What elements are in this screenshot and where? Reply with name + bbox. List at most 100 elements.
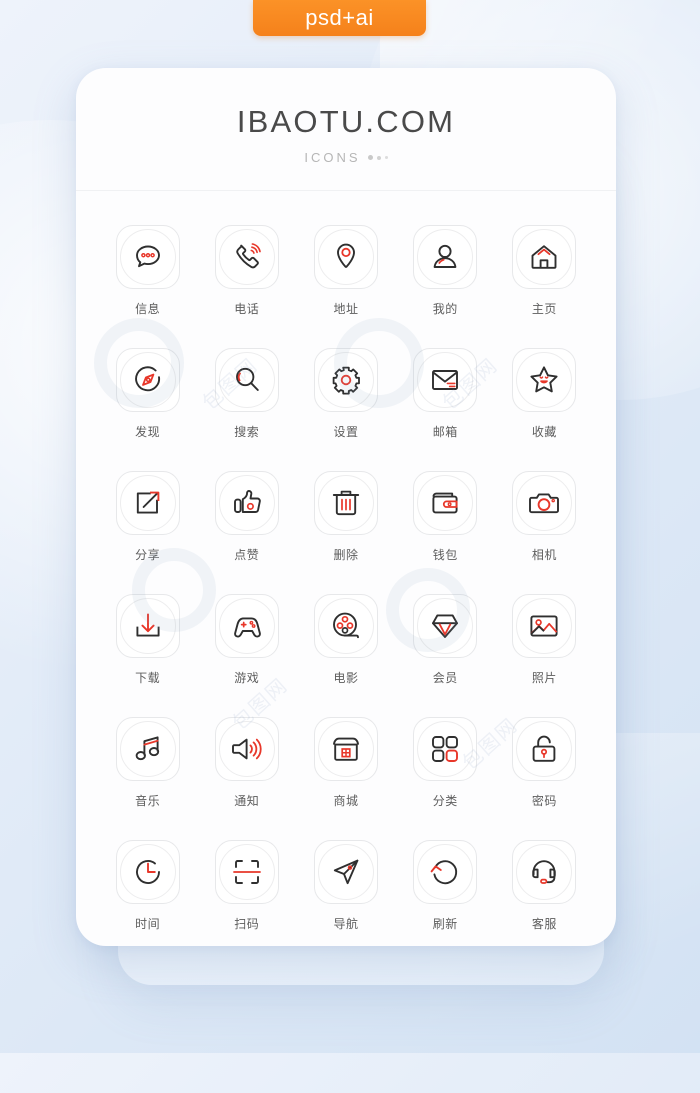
icon-cell-camera[interactable]: 相机 bbox=[495, 471, 594, 563]
music-icon bbox=[135, 736, 159, 761]
icon-tile[interactable] bbox=[214, 717, 279, 781]
icon-tile[interactable] bbox=[413, 471, 478, 535]
icon-cell-location[interactable]: 地址 bbox=[296, 225, 395, 317]
icon-cell-share[interactable]: 分享 bbox=[98, 471, 197, 563]
icon-cell-time[interactable]: 时间 bbox=[98, 840, 197, 932]
icon-tile[interactable] bbox=[214, 594, 279, 658]
icon-cell-mail[interactable]: 邮箱 bbox=[396, 348, 495, 440]
icon-cell-search[interactable]: 搜索 bbox=[197, 348, 296, 440]
icon-label: 电影 bbox=[333, 671, 359, 685]
icon-tile[interactable] bbox=[214, 225, 279, 289]
icon-cell-wallet[interactable]: 钱包 bbox=[396, 471, 495, 563]
icon-cell-scan[interactable]: 扫码 bbox=[197, 840, 296, 932]
icon-label: 点赞 bbox=[234, 548, 260, 562]
icon-label: 游戏 bbox=[234, 671, 260, 685]
gear-icon bbox=[332, 366, 360, 395]
icon-tile[interactable] bbox=[115, 225, 180, 289]
icon-tile[interactable] bbox=[413, 348, 478, 412]
icon-cell-compass[interactable]: 发现 bbox=[98, 348, 197, 440]
icon-label: 扫码 bbox=[234, 917, 260, 931]
icon-label: 分类 bbox=[432, 794, 458, 808]
icon-cell-vip[interactable]: 会员 bbox=[396, 594, 495, 686]
icon-cell-support[interactable]: 客服 bbox=[495, 840, 594, 932]
icon-tile[interactable] bbox=[115, 840, 180, 904]
icon-cell-like[interactable]: 点赞 bbox=[197, 471, 296, 563]
icon-tile[interactable] bbox=[313, 348, 378, 412]
download-icon bbox=[136, 613, 160, 637]
lock-icon bbox=[533, 735, 556, 762]
icon-cell-music[interactable]: 音乐 bbox=[98, 717, 197, 809]
icon-tile[interactable] bbox=[115, 717, 180, 781]
icon-label: 会员 bbox=[432, 671, 458, 685]
icon-cell-shop[interactable]: 商城 bbox=[296, 717, 395, 809]
icon-tile[interactable] bbox=[313, 594, 378, 658]
icon-cell-favorite[interactable]: 收藏 bbox=[495, 348, 594, 440]
icon-cell-game[interactable]: 游戏 bbox=[197, 594, 296, 686]
icon-cell-message[interactable]: 信息 bbox=[98, 225, 197, 317]
icon-tile[interactable] bbox=[115, 594, 180, 658]
icon-cell-password[interactable]: 密码 bbox=[495, 717, 594, 809]
icon-tile[interactable] bbox=[512, 717, 577, 781]
icon-label: 音乐 bbox=[135, 794, 161, 808]
icon-tile[interactable] bbox=[512, 840, 577, 904]
icon-tile[interactable] bbox=[313, 471, 378, 535]
scan-code-icon bbox=[232, 860, 261, 884]
icon-tile[interactable] bbox=[512, 348, 577, 412]
location-icon bbox=[337, 243, 355, 268]
speaker-icon bbox=[231, 738, 262, 760]
message-icon bbox=[135, 245, 160, 268]
icon-tile[interactable] bbox=[413, 717, 478, 781]
card-subtitle: ICONS bbox=[304, 150, 361, 165]
icon-tile[interactable] bbox=[313, 717, 378, 781]
icon-cell-movie[interactable]: 电影 bbox=[296, 594, 395, 686]
icon-cell-user[interactable]: 我的 bbox=[396, 225, 495, 317]
icon-label: 时间 bbox=[135, 917, 161, 931]
icon-label: 商城 bbox=[333, 794, 359, 808]
icon-label: 地址 bbox=[333, 302, 359, 316]
ellipsis-dots-icon bbox=[367, 155, 388, 160]
icon-label: 密码 bbox=[531, 794, 557, 808]
wallet-icon bbox=[432, 492, 458, 514]
icon-tile[interactable] bbox=[512, 594, 577, 658]
icon-cell-settings[interactable]: 设置 bbox=[296, 348, 395, 440]
icon-label: 搜索 bbox=[234, 425, 260, 439]
subtitle-row: ICONS bbox=[76, 150, 616, 165]
icon-cell-delete[interactable]: 删除 bbox=[296, 471, 395, 563]
icon-cell-home[interactable]: 主页 bbox=[495, 225, 594, 317]
icon-label: 主页 bbox=[531, 302, 557, 316]
star-icon bbox=[530, 366, 558, 393]
icon-cell-category[interactable]: 分类 bbox=[396, 717, 495, 809]
icon-tile[interactable] bbox=[512, 471, 577, 535]
icon-cell-navigation[interactable]: 导航 bbox=[296, 840, 395, 932]
icon-cell-notification[interactable]: 通知 bbox=[197, 717, 296, 809]
icon-tile[interactable] bbox=[512, 225, 577, 289]
icon-label: 钱包 bbox=[432, 548, 458, 562]
icon-cell-phone[interactable]: 电话 bbox=[197, 225, 296, 317]
shop-icon bbox=[333, 737, 359, 761]
category-grid-icon bbox=[432, 736, 459, 762]
icon-cell-photo[interactable]: 照片 bbox=[495, 594, 594, 686]
icon-tile[interactable] bbox=[413, 594, 478, 658]
icon-tile[interactable] bbox=[214, 348, 279, 412]
icon-tile[interactable] bbox=[115, 348, 180, 412]
card-header: IBAOTU.COM ICONS bbox=[76, 68, 616, 191]
icon-tile[interactable] bbox=[413, 840, 478, 904]
icon-tile[interactable] bbox=[214, 840, 279, 904]
icon-tile[interactable] bbox=[115, 471, 180, 535]
icon-tile[interactable] bbox=[214, 471, 279, 535]
headset-icon bbox=[532, 860, 557, 884]
film-reel-icon bbox=[333, 612, 359, 639]
icon-cell-refresh[interactable]: 刷新 bbox=[396, 840, 495, 932]
navigation-icon bbox=[333, 859, 359, 885]
vip-diamond-icon bbox=[432, 614, 459, 638]
icon-tile[interactable] bbox=[413, 225, 478, 289]
icon-cell-download[interactable]: 下载 bbox=[98, 594, 197, 686]
icon-label: 客服 bbox=[531, 917, 557, 931]
icon-label: 邮箱 bbox=[432, 425, 458, 439]
icon-tile[interactable] bbox=[313, 840, 378, 904]
icon-grid: 信息 电话 地址 我的 主页 发现 搜索 设置 邮箱 收藏 分享 点赞 删除 钱… bbox=[76, 191, 616, 932]
home-icon bbox=[531, 245, 557, 269]
icon-tile[interactable] bbox=[313, 225, 378, 289]
thumbs-up-icon bbox=[233, 490, 261, 513]
icon-label: 导航 bbox=[333, 917, 359, 931]
